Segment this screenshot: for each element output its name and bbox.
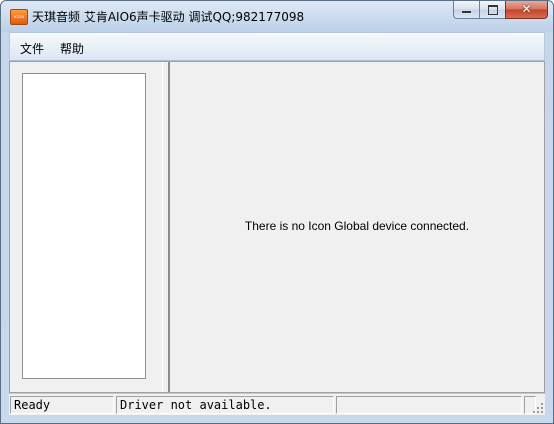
status-bar: Ready Driver not available. (9, 393, 545, 415)
status-pane-3 (336, 396, 522, 414)
caption-buttons: ✕ (453, 1, 548, 20)
menu-file[interactable]: 文件 (16, 40, 48, 57)
status-pane-ready: Ready (10, 396, 114, 414)
pane-splitter[interactable] (162, 62, 170, 392)
window-title: 天琪音频 艾肯AIO6声卡驱动 调试QQ;982177098 (32, 10, 305, 24)
no-device-message: There is no Icon Global device connected… (244, 219, 470, 233)
title-bar[interactable]: ICON 天琪音频 艾肯AIO6声卡驱动 调试QQ;982177098 ✕ (1, 1, 553, 32)
close-icon: ✕ (521, 2, 532, 16)
close-button[interactable]: ✕ (505, 1, 548, 19)
app-icon[interactable]: ICON (10, 9, 28, 25)
maximize-button[interactable] (479, 1, 505, 19)
left-pane (10, 62, 162, 392)
menu-help[interactable]: 帮助 (56, 40, 88, 57)
minimize-icon (462, 11, 471, 13)
main-window: ICON 天琪音频 艾肯AIO6声卡驱动 调试QQ;982177098 ✕ 文件… (0, 0, 554, 424)
client-area: There is no Icon Global device connected… (9, 61, 545, 393)
device-list[interactable] (22, 73, 146, 379)
status-pane-driver: Driver not available. (116, 396, 334, 414)
menu-bar: 文件 帮助 (9, 32, 545, 61)
right-pane: There is no Icon Global device connected… (170, 62, 544, 392)
minimize-button[interactable] (453, 1, 479, 19)
maximize-icon (488, 5, 498, 15)
resize-grip-icon[interactable] (532, 402, 544, 414)
